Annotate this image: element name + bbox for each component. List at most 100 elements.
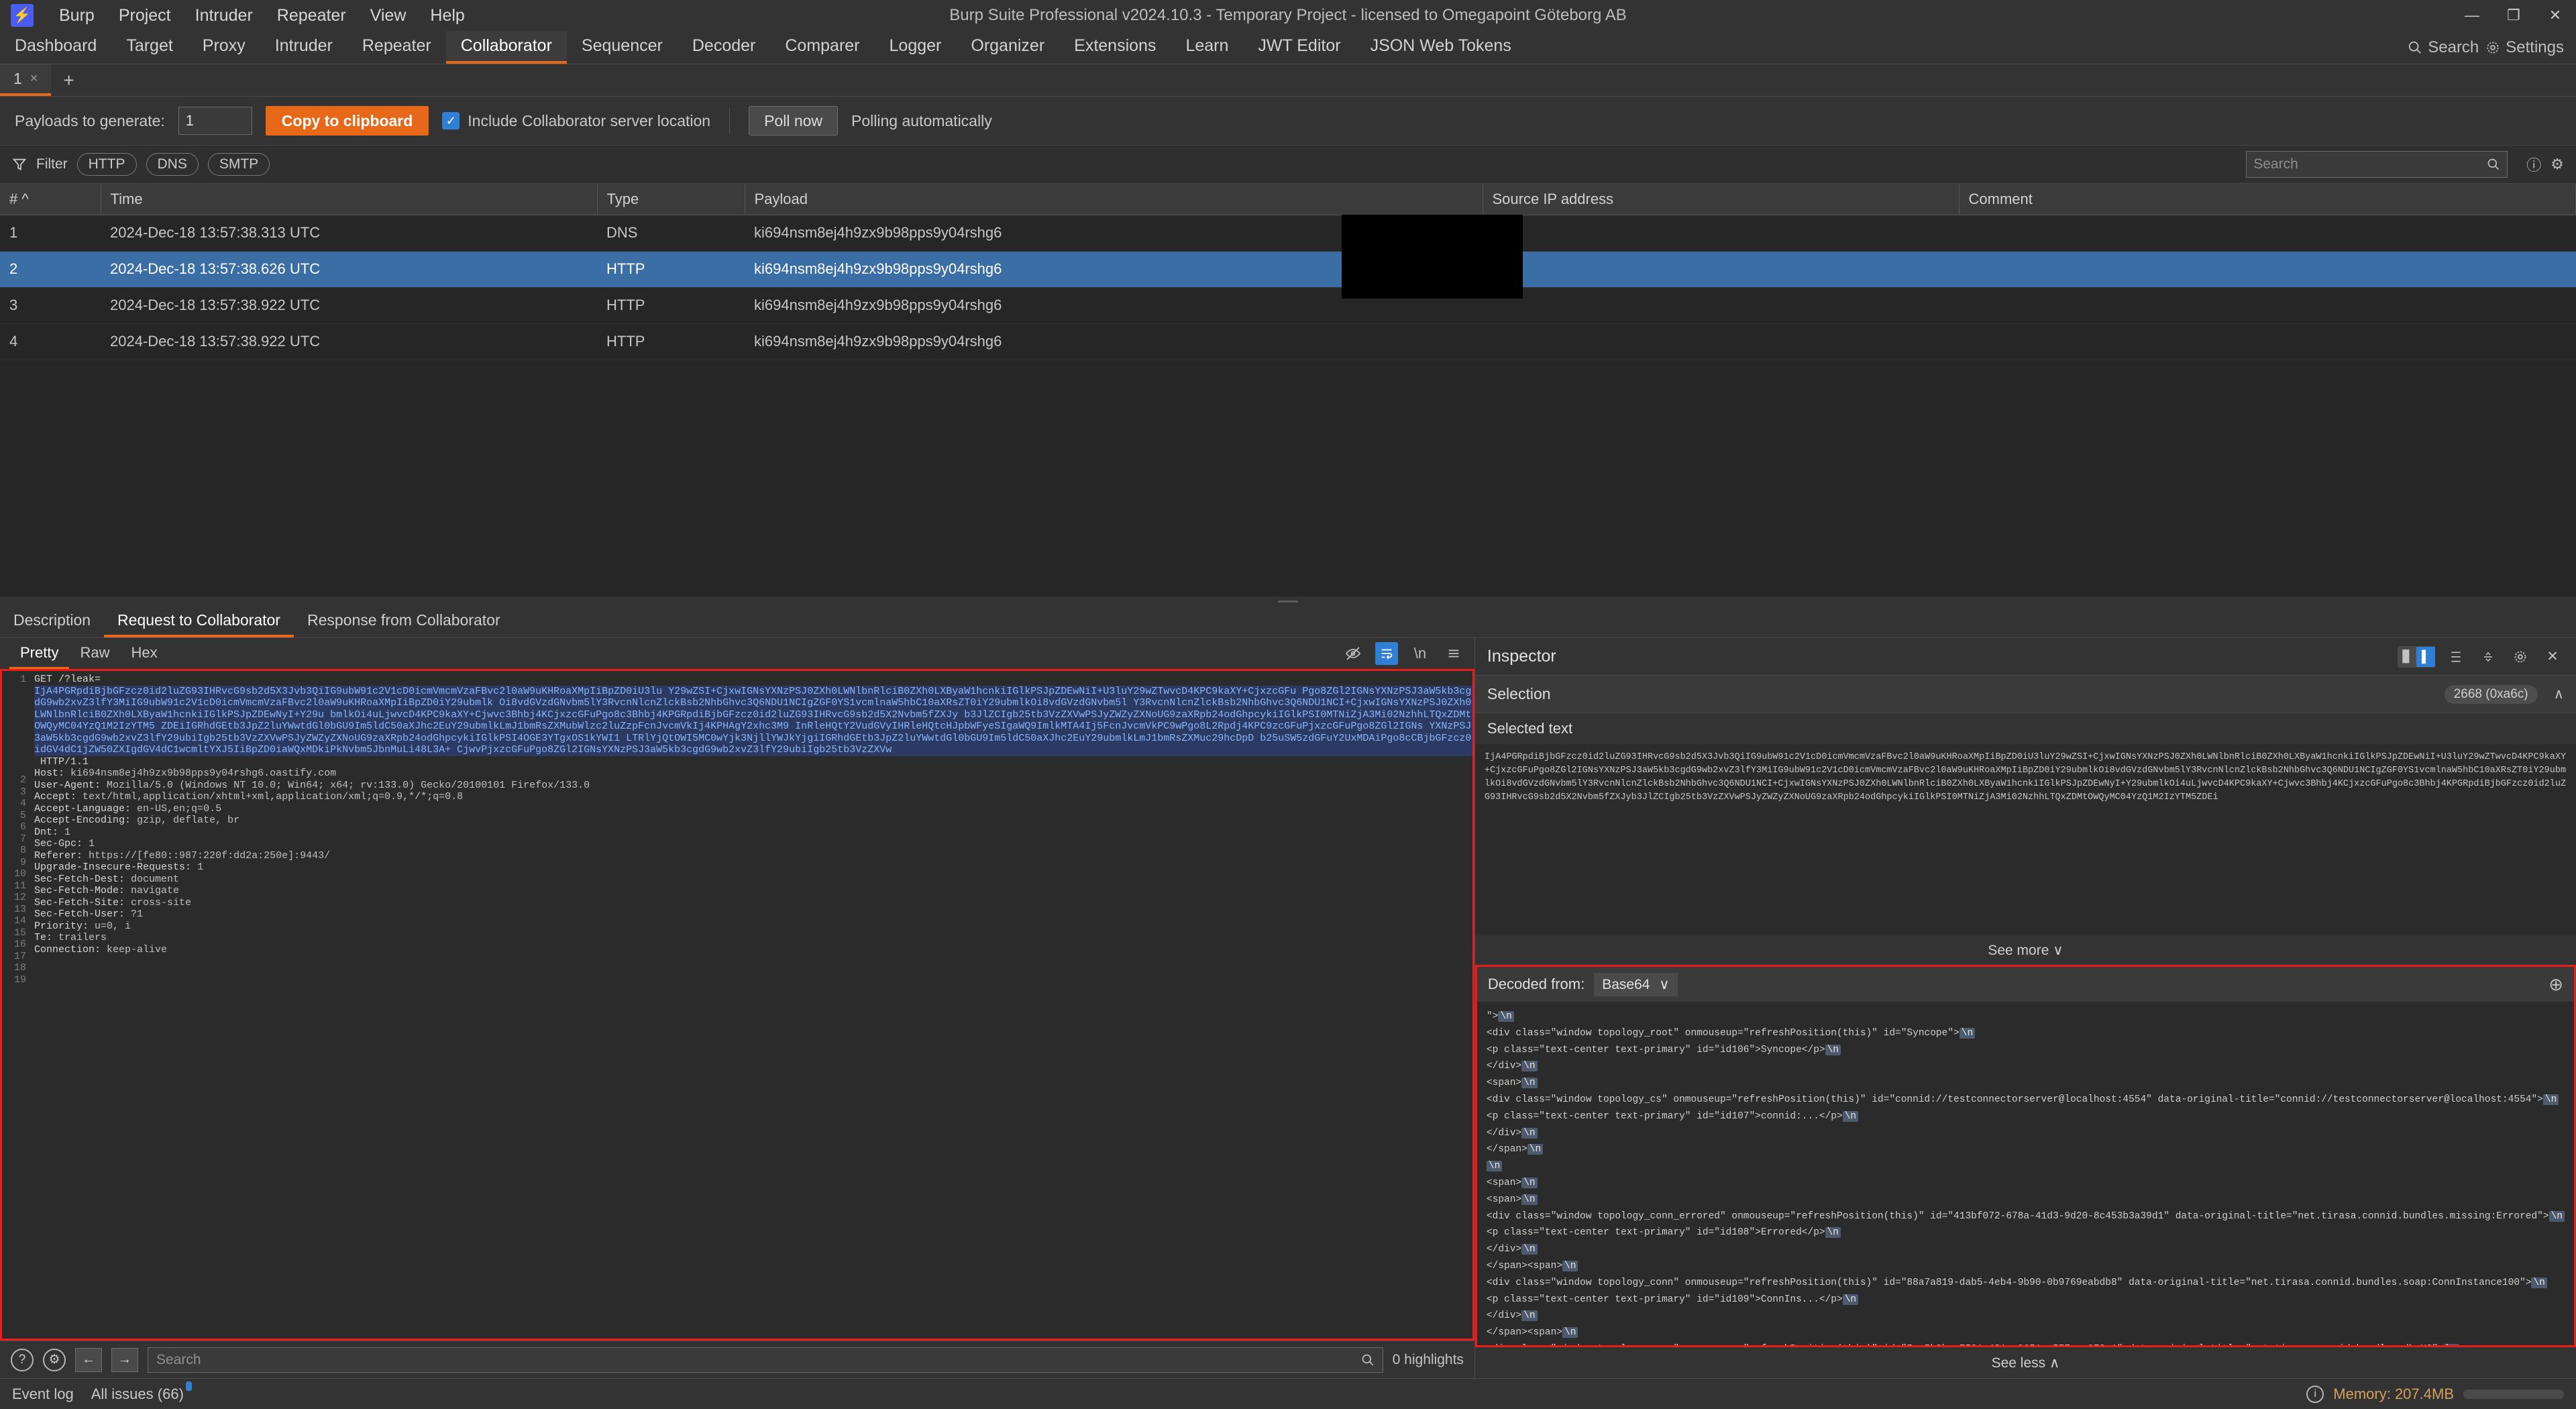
memory-bar[interactable] (2463, 1389, 2564, 1399)
tab-decoder[interactable]: Decoder (678, 31, 771, 64)
copy-to-clipboard-button[interactable]: Copy to clipboard (265, 106, 429, 136)
settings-button[interactable]: Settings (2485, 38, 2564, 57)
close-icon[interactable]: × (30, 71, 38, 87)
menu-item-view[interactable]: View (358, 2, 419, 30)
tab-repeater[interactable]: Repeater (347, 31, 446, 64)
menu-item-repeater[interactable]: Repeater (265, 2, 358, 30)
settings-label: Settings (2506, 38, 2564, 56)
table-row[interactable]: 1 2024-Dec-18 13:57:38.313 UTC DNS ki694… (0, 215, 2576, 252)
tab-extensions[interactable]: Extensions (1059, 31, 1171, 64)
search-next-button[interactable]: → (111, 1347, 138, 1372)
close-icon[interactable]: ✕ (2541, 646, 2564, 668)
all-issues-button[interactable]: All issues (66) (91, 1381, 192, 1403)
search-prev-button[interactable]: ← (75, 1347, 102, 1372)
wrap-lines-icon[interactable] (1375, 642, 1398, 665)
request-code[interactable]: GET /?leak= IjA4PGRpdiBjbGFzcz0id2luZG93I… (30, 671, 1472, 1339)
help-icon[interactable]: ⓘ (2526, 154, 2541, 175)
menu-bar: Burp Project Intruder Repeater View Help (47, 2, 477, 30)
tab-request-to-collaborator[interactable]: Request to Collaborator (104, 606, 294, 637)
tab-description[interactable]: Description (0, 606, 104, 637)
tab-comparer[interactable]: Comparer (770, 31, 874, 64)
newline-icon[interactable]: \n (1409, 642, 1432, 665)
gear-icon[interactable]: ⚙ (43, 1348, 66, 1371)
maximize-button[interactable]: ❐ (2493, 0, 2534, 31)
view-tab-hex[interactable]: Hex (120, 638, 168, 669)
tab-organizer[interactable]: Organizer (956, 31, 1059, 64)
help-icon[interactable]: ? (11, 1348, 34, 1371)
add-decode-layer-icon[interactable]: ⊕ (2548, 974, 2563, 995)
tab-dashboard[interactable]: Dashboard (0, 31, 111, 64)
session-tab-1[interactable]: 1 × (0, 64, 52, 96)
selection-section-header[interactable]: Selection 2668 (0xa6c) ∧ (1474, 676, 2576, 713)
event-log-button[interactable]: Event log (12, 1386, 74, 1403)
tab-target[interactable]: Target (111, 31, 187, 64)
selection-label: Selection (1487, 685, 1551, 702)
decoded-from-section: Decoded from: Base64 ∨ ⊕ "> \n <div class=… (1474, 965, 2576, 1347)
table-row[interactable]: 4 2024-Dec-18 13:57:38.922 UTC HTTP ki69… (0, 323, 2576, 360)
column-header-payload[interactable]: Payload (745, 184, 1483, 215)
gear-icon[interactable] (2509, 646, 2532, 668)
filter-pill-smtp[interactable]: SMTP (207, 153, 270, 176)
tab-collaborator[interactable]: Collaborator (445, 31, 567, 64)
column-header-comment[interactable]: Comment (1959, 184, 2576, 215)
redacted-source-ip-overlay (1342, 215, 1523, 299)
tab-json-web-tokens[interactable]: JSON Web Tokens (1356, 31, 1526, 64)
layout-left-icon[interactable]: ▊ (2398, 647, 2416, 667)
menu-item-help[interactable]: Help (418, 2, 476, 30)
filter-icon[interactable] (12, 157, 27, 172)
horizontal-splitter[interactable] (0, 596, 2576, 606)
search-icon (2409, 41, 2422, 54)
tab-jwt-editor[interactable]: JWT Editor (1243, 31, 1355, 64)
codec-dropdown[interactable]: Base64 ∨ (1594, 972, 1678, 996)
layout-toggle-group[interactable]: ▊ ▌ (2398, 645, 2435, 668)
editor-search-input[interactable] (156, 1351, 1361, 1368)
filter-pill-dns[interactable]: DNS (146, 153, 199, 176)
column-header-time[interactable]: Time (101, 184, 598, 215)
selected-text-content[interactable]: IjA4PGRpdiBjbGFzcz0id2luZG93IHRvcG9sb2d5… (1474, 744, 2576, 935)
filter-label: Filter (36, 156, 68, 172)
table-search-box[interactable] (2246, 151, 2508, 178)
add-session-button[interactable]: + (51, 64, 86, 96)
tab-response-from-collaborator[interactable]: Response from Collaborator (294, 606, 514, 637)
status-bar: Event log All issues (66) i Memory: 207.… (0, 1378, 2576, 1409)
decoded-content[interactable]: "> \n <div class="window topology_root" on… (1477, 1002, 2574, 1345)
cell-type: HTTP (597, 287, 745, 324)
table-search-input[interactable] (2253, 156, 2482, 172)
tab-proxy[interactable]: Proxy (188, 31, 260, 64)
view-tab-pretty[interactable]: Pretty (9, 638, 70, 669)
layout-right-icon[interactable]: ▌ (2416, 646, 2435, 667)
tab-learn[interactable]: Learn (1171, 31, 1243, 64)
tab-sequencer[interactable]: Sequencer (567, 31, 678, 64)
cell-time: 2024-Dec-18 13:57:38.313 UTC (101, 215, 597, 252)
settings-icon[interactable]: ⚙ (2551, 156, 2564, 173)
info-icon[interactable]: i (2306, 1385, 2324, 1403)
menu-icon[interactable] (1442, 642, 1465, 665)
column-header-type[interactable]: Type (597, 184, 745, 215)
cell-time: 2024-Dec-18 13:57:38.922 UTC (101, 323, 597, 360)
table-row[interactable]: 2 2024-Dec-18 13:57:38.626 UTC HTTP ki69… (0, 251, 2576, 288)
filter-pill-http[interactable]: HTTP (76, 153, 137, 176)
request-editor[interactable]: 1 2 3 4 5 6 7 8 9 10 11 12 13 14 15 16 17 18 19 GET /?leak… (0, 669, 1474, 1341)
editor-search-box[interactable] (148, 1347, 1383, 1373)
eye-off-icon[interactable] (1342, 642, 1364, 665)
rows-icon[interactable] (2445, 646, 2467, 668)
tab-logger[interactable]: Logger (875, 31, 957, 64)
collapse-icon[interactable] (2477, 646, 2500, 668)
payloads-input[interactable] (178, 107, 252, 135)
see-less-button[interactable]: See less ∧ (1474, 1347, 2576, 1378)
menu-item-intruder[interactable]: Intruder (183, 2, 265, 30)
minimize-button[interactable]: — (2451, 0, 2493, 31)
column-header-number[interactable]: # ^ (0, 184, 101, 215)
column-header-source-ip[interactable]: Source IP address (1483, 184, 1960, 215)
close-button[interactable]: ✕ (2534, 0, 2576, 31)
table-row[interactable]: 3 2024-Dec-18 13:57:38.922 UTC HTTP ki69… (0, 287, 2576, 324)
view-tab-raw[interactable]: Raw (69, 638, 120, 669)
include-server-location-checkbox[interactable]: ✓ Include Collaborator server location (442, 112, 710, 130)
chevron-up-icon[interactable]: ∧ (2554, 686, 2564, 702)
poll-now-button[interactable]: Poll now (749, 106, 839, 136)
global-search-button[interactable]: Search (2408, 38, 2479, 57)
see-more-button[interactable]: See more ∨ (1474, 935, 2576, 965)
menu-item-project[interactable]: Project (107, 2, 183, 30)
tab-intruder[interactable]: Intruder (260, 31, 347, 64)
menu-item-burp[interactable]: Burp (47, 2, 107, 30)
